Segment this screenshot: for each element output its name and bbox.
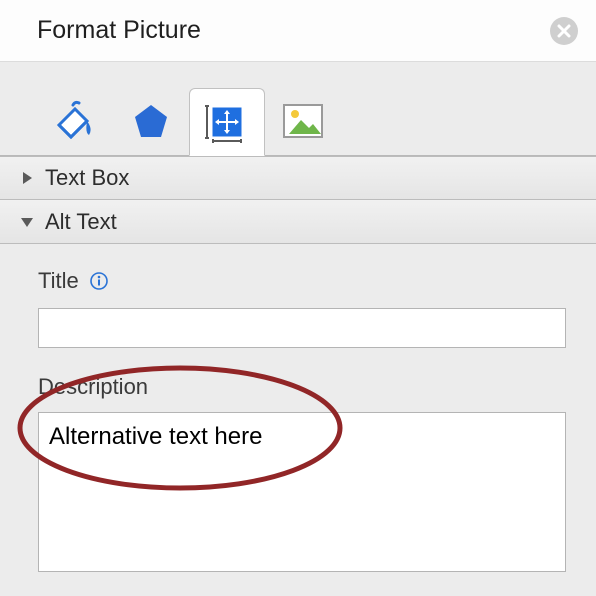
close-icon: [557, 24, 571, 38]
title-label: Title: [38, 268, 79, 294]
tab-shape[interactable]: [113, 87, 189, 155]
section-text-box[interactable]: Text Box: [0, 156, 596, 200]
tab-picture[interactable]: [265, 87, 341, 155]
close-button[interactable]: [550, 17, 578, 45]
panel-title: Format Picture: [37, 16, 201, 45]
tab-fill[interactable]: [37, 87, 113, 155]
info-icon[interactable]: [89, 271, 109, 291]
section-label: Text Box: [45, 165, 129, 191]
alt-text-content: Title Description: [0, 244, 596, 577]
pentagon-icon: [131, 101, 171, 141]
format-picture-panel: Format Picture: [0, 0, 596, 596]
description-textarea[interactable]: [38, 412, 566, 572]
fill-bucket-icon: [53, 99, 97, 143]
description-label: Description: [38, 374, 566, 400]
title-label-row: Title: [38, 268, 566, 294]
chevron-right-icon: [18, 169, 36, 187]
tab-size-properties[interactable]: [189, 88, 265, 156]
size-properties-icon: [204, 100, 250, 144]
tab-strip: [0, 62, 596, 156]
picture-icon: [283, 104, 323, 138]
chevron-down-icon: [18, 213, 36, 231]
panel-header: Format Picture: [0, 0, 596, 62]
title-input[interactable]: [38, 308, 566, 348]
section-label: Alt Text: [45, 209, 117, 235]
section-alt-text[interactable]: Alt Text: [0, 200, 596, 244]
